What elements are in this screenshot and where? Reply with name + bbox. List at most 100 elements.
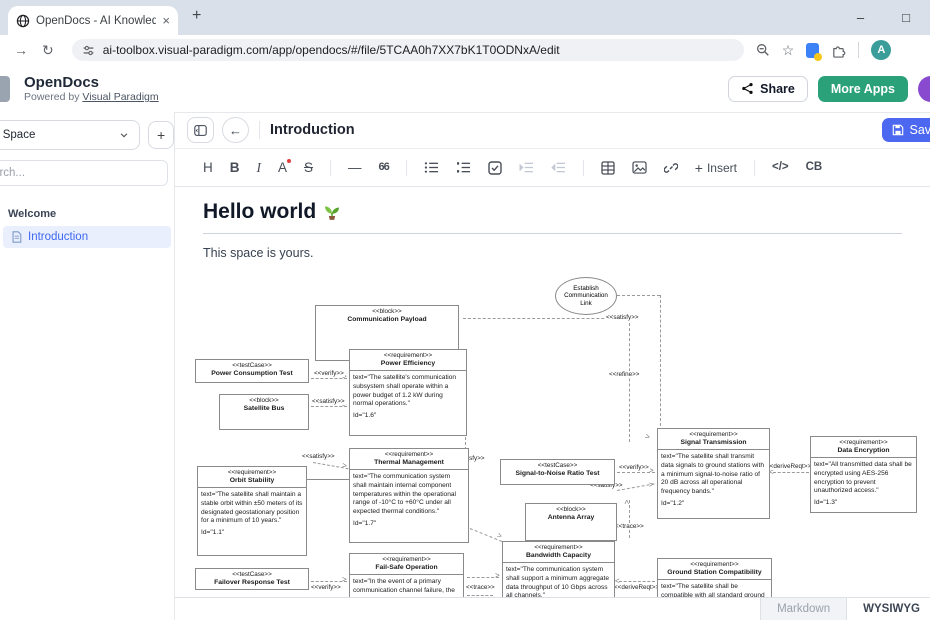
block-antenna-array: <<block>>Antenna Array — [525, 503, 617, 541]
testcase-power-consumption-test: <<testCase>>Power Consumption Test — [195, 359, 309, 383]
connector-line — [773, 472, 809, 473]
insert-button[interactable]: +Insert — [695, 160, 737, 176]
outdent-button[interactable] — [551, 161, 566, 174]
address-bar[interactable]: ai-toolbox.visual-paradigm.com/app/opend… — [72, 39, 744, 61]
cb-button[interactable]: CB — [806, 162, 823, 174]
strikethrough-button[interactable]: S — [304, 161, 313, 175]
vp-logo — [0, 76, 10, 102]
zoom-out-icon[interactable] — [756, 43, 770, 57]
horizontal-rule-button[interactable]: — — [348, 161, 362, 175]
blockquote-button[interactable]: 66 — [379, 162, 389, 173]
bullet-list-button[interactable] — [424, 161, 439, 174]
reload-icon[interactable]: ↻ — [42, 42, 54, 59]
space-selector[interactable]: ault Space — [0, 120, 140, 150]
relation-label: <<deriveReqt>> — [765, 463, 812, 470]
bullet-list-icon — [424, 161, 439, 174]
new-tab-button[interactable]: + — [192, 7, 201, 25]
arrowhead: > — [495, 572, 500, 580]
document-body-text: This space is yours. — [203, 246, 902, 260]
page-title: Introduction — [270, 122, 355, 138]
text-color-button[interactable]: A — [278, 161, 287, 175]
relation-label: <<verify>> — [313, 370, 345, 377]
save-button[interactable]: Save — [882, 118, 930, 142]
sidebar-item-label: Introduction — [28, 231, 88, 243]
connector-line — [619, 581, 655, 582]
browser-tab[interactable]: OpenDocs - AI Knowledge Base × — [8, 6, 178, 35]
add-space-button[interactable]: + — [148, 121, 174, 149]
relation-label: <<satisfy>> — [301, 453, 336, 460]
connector-line — [629, 500, 630, 538]
requirement-diagram-image[interactable]: > > > > > > > > > > > > ⊕ <<satisfy>> <<… — [177, 266, 929, 597]
editor-header: ← Introduction Save — [175, 112, 930, 149]
requirement-data-encryption: <<requirement>>Data Encryption text="All… — [810, 436, 917, 513]
divider — [583, 160, 584, 176]
relation-label: <<satisfy>> — [311, 398, 346, 405]
image-icon — [632, 161, 647, 174]
bookmark-star-icon[interactable]: ☆ — [782, 42, 795, 59]
search-input[interactable] — [0, 160, 168, 186]
bold-button[interactable]: B — [230, 161, 240, 175]
numbered-list-button[interactable] — [456, 161, 471, 174]
forward-icon[interactable]: → — [14, 42, 28, 58]
sidebar-item-introduction[interactable]: Introduction — [3, 226, 171, 248]
code-block-button[interactable]: </> — [772, 162, 789, 174]
arrowhead: > — [644, 432, 651, 441]
heading-button[interactable]: H — [203, 161, 213, 175]
connector-line — [617, 295, 660, 296]
indent-button[interactable] — [519, 161, 534, 174]
document-heading: Hello world — [203, 200, 902, 234]
color-dot — [287, 159, 291, 163]
divider — [259, 121, 260, 139]
url-text: ai-toolbox.visual-paradigm.com/app/opend… — [103, 43, 560, 57]
browser-profile-avatar[interactable]: A — [871, 40, 891, 60]
testcase-failover-response-test: <<testCase>>Failover Response Test — [195, 568, 309, 590]
minimize-window-button[interactable]: – — [857, 10, 864, 25]
numbered-list-icon — [456, 161, 471, 174]
italic-button[interactable]: I — [257, 161, 262, 175]
tab-markdown[interactable]: Markdown — [760, 598, 846, 620]
maximize-window-button[interactable]: □ — [902, 10, 910, 25]
browser-window: OpenDocs - AI Knowledge Base × + – □ → ↻… — [0, 0, 930, 620]
image-button[interactable] — [632, 161, 647, 174]
table-button[interactable] — [601, 161, 615, 175]
usecase-establish-communication-link: Establish Communication Link — [555, 277, 617, 315]
extensions-puzzle-icon[interactable] — [831, 43, 846, 58]
link-button[interactable] — [664, 161, 678, 175]
formatting-toolbar: H B I A S — 66 +Insert </> — [175, 149, 930, 187]
more-apps-button[interactable]: More Apps — [818, 76, 908, 102]
divider — [858, 42, 859, 58]
connector-line — [629, 318, 630, 442]
tab-wysiwyg[interactable]: WYSIWYG — [846, 598, 930, 620]
table-icon — [601, 161, 615, 175]
divider — [754, 160, 755, 176]
requirement-power-efficiency: <<requirement>>Power Efficiency text="Th… — [349, 349, 467, 436]
visual-paradigm-link[interactable]: Visual Paradigm — [82, 91, 158, 103]
arrowhead: > — [496, 531, 504, 540]
sidebar: ault Space + Welcome Introduction — [0, 112, 175, 620]
close-tab-icon[interactable]: × — [162, 13, 170, 28]
task-list-button[interactable] — [488, 161, 502, 175]
requirement-signal-transmission: <<requirement>>Signal Transmission text=… — [657, 428, 770, 519]
block-satellite-bus: <<block>>Satellite Bus — [219, 394, 309, 430]
link-icon — [664, 161, 678, 175]
document-canvas[interactable]: Hello world This space is yours. — [175, 187, 930, 597]
app-name: OpenDocs — [24, 74, 159, 91]
requirement-orbit-stability: <<requirement>>Orbit Stability text="The… — [197, 466, 307, 556]
relation-label: <<trace>> — [614, 523, 645, 530]
site-settings-icon — [82, 44, 95, 57]
arrowhead: > — [342, 576, 347, 584]
powered-by: Powered by Visual Paradigm — [24, 91, 159, 103]
arrowhead: > — [341, 462, 347, 471]
back-button[interactable]: ← — [222, 117, 249, 143]
divider — [330, 160, 331, 176]
checkbox-icon — [488, 161, 502, 175]
user-avatar[interactable] — [918, 76, 930, 102]
toggle-sidebar-button[interactable] — [187, 117, 214, 143]
seedling-emoji-icon — [323, 203, 341, 221]
share-button[interactable]: Share — [728, 76, 808, 102]
connector-line — [467, 595, 493, 596]
save-floppy-icon — [892, 124, 904, 136]
extension-doc-icon[interactable] — [806, 43, 819, 58]
relation-label: <<deriveReqt>> — [613, 584, 660, 591]
outdent-icon — [551, 161, 566, 174]
